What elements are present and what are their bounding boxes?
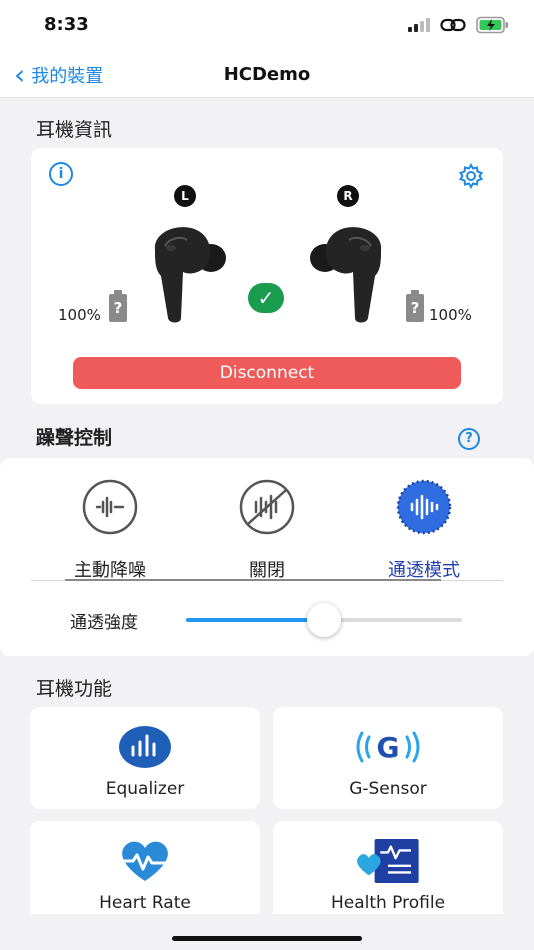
transparency-icon xyxy=(396,479,452,535)
help-icon[interactable]: ? xyxy=(458,428,480,450)
gear-icon[interactable] xyxy=(457,162,485,190)
noise-control-panel: 主動降噪 關閉 通透模式 通透強度 xyxy=(0,458,534,656)
g-sensor-icon: G xyxy=(356,731,420,764)
link-icon xyxy=(440,18,466,32)
health-profile-icon xyxy=(357,839,419,883)
home-indicator[interactable] xyxy=(172,936,362,941)
slider-thumb[interactable] xyxy=(307,603,341,637)
info-icon[interactable]: i xyxy=(49,162,73,186)
mode-underline xyxy=(65,579,441,581)
health-profile-card[interactable]: Health Profile xyxy=(273,821,503,923)
equalizer-icon xyxy=(119,726,171,768)
mode-anc[interactable]: 主動降噪 xyxy=(40,478,180,582)
heart-rate-icon xyxy=(119,841,171,881)
earbud-info-title: 耳機資訊 xyxy=(36,119,113,141)
left-earbud-image xyxy=(154,227,226,323)
earbud-info-card: i L R ✓ 100% ? ? 100% Disconnect xyxy=(31,148,503,404)
right-battery-icon: ? xyxy=(406,290,424,322)
g-sensor-card[interactable]: G G-Sensor xyxy=(273,707,503,809)
disconnect-button[interactable]: Disconnect xyxy=(73,357,461,389)
slider-label: 通透強度 xyxy=(70,613,138,633)
right-battery-level: 100% xyxy=(429,306,472,324)
features-title: 耳機功能 xyxy=(36,678,113,700)
battery-charging-icon xyxy=(476,16,508,34)
bottom-area xyxy=(0,914,534,950)
nav-bar: ‹ 我的裝置 HCDemo xyxy=(0,52,534,98)
feature-label: Heart Rate xyxy=(99,893,191,913)
status-icons xyxy=(408,16,510,34)
svg-text:G: G xyxy=(377,731,400,764)
connected-check-icon: ✓ xyxy=(248,283,284,313)
status-bar: 8:33 xyxy=(0,0,534,52)
status-time: 8:33 xyxy=(44,14,89,35)
left-battery-icon: ? xyxy=(109,290,127,322)
mode-transparency[interactable]: 通透模式 xyxy=(354,478,494,582)
page-title: HCDemo xyxy=(223,64,311,85)
feature-label: Health Profile xyxy=(330,893,446,913)
cellular-signal-icon xyxy=(408,18,430,32)
right-earbud-badge: R xyxy=(337,185,359,207)
equalizer-card[interactable]: Equalizer xyxy=(30,707,260,809)
transparency-slider[interactable] xyxy=(186,603,462,637)
noise-off-icon xyxy=(239,479,295,535)
mode-off[interactable]: 關閉 xyxy=(197,478,337,582)
left-battery-level: 100% xyxy=(58,306,101,324)
feature-label: Equalizer xyxy=(105,779,185,799)
anc-icon xyxy=(82,479,138,535)
right-earbud-image xyxy=(310,227,382,323)
noise-control-title: 躁聲控制 xyxy=(36,427,113,449)
feature-label: G-Sensor xyxy=(349,779,427,799)
left-earbud-badge: L xyxy=(174,185,196,207)
slider-fill xyxy=(186,618,324,622)
heart-rate-card[interactable]: Heart Rate xyxy=(30,821,260,923)
